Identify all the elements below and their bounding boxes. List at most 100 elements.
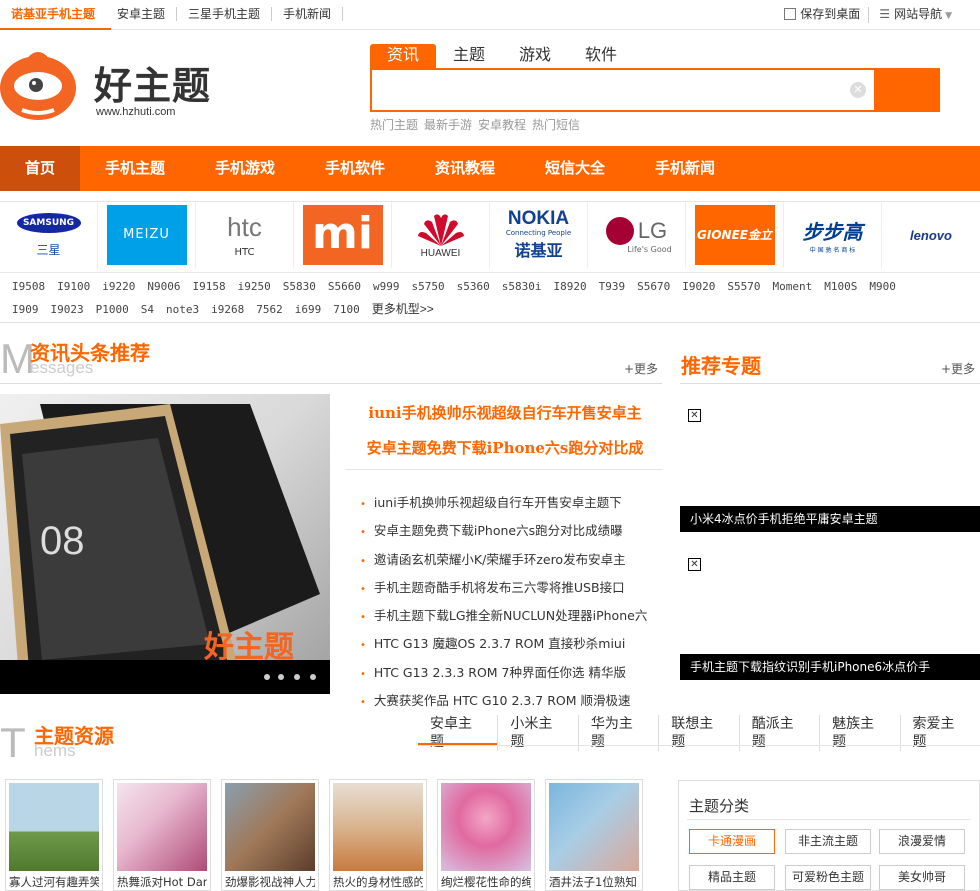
broken-image-icon[interactable]: ✕ xyxy=(688,558,701,571)
search-input[interactable] xyxy=(372,70,852,110)
theme-thumb[interactable]: 热火的身材性感的 xyxy=(329,779,427,891)
broken-image-icon[interactable]: ✕ xyxy=(688,409,701,422)
model-link[interactable]: I9508 xyxy=(12,280,45,293)
model-link[interactable]: I9158 xyxy=(193,280,226,293)
news-item[interactable]: 大赛获奖作品 HTC G10 2.3.7 ROM 顺滑极速 xyxy=(360,688,660,716)
search-button[interactable] xyxy=(874,70,938,110)
nav-sms[interactable]: 短信大全 xyxy=(520,146,630,191)
tab-phone-news[interactable]: 手机新闻 xyxy=(272,7,344,21)
model-link[interactable]: i9250 xyxy=(238,280,271,293)
nav-home[interactable]: 首页 xyxy=(0,146,80,191)
model-link[interactable]: S5670 xyxy=(637,280,670,293)
hot-keyword[interactable]: 最新手游 xyxy=(424,116,472,133)
news-more-link[interactable]: +更多 xyxy=(624,360,658,377)
nav-phone-news[interactable]: 手机新闻 xyxy=(630,146,740,191)
model-link[interactable]: P1000 xyxy=(96,303,129,316)
news-item[interactable]: 邀请函玄机荣耀小K/荣耀手环zero发布安卓主 xyxy=(360,547,660,575)
category-button[interactable]: 美女帅哥 xyxy=(879,865,965,890)
model-link[interactable]: S4 xyxy=(141,303,154,316)
news-item[interactable]: HTC G13 2.3.3 ROM 7种界面任你选 精华版 xyxy=(360,660,660,688)
brand-meizu[interactable]: MEIZU xyxy=(98,202,196,268)
tab-samsung-themes[interactable]: 三星手机主题 xyxy=(177,7,273,21)
theme-thumb[interactable]: 劲爆影视战神人力 xyxy=(221,779,319,891)
news-item[interactable]: 手机主题奇酷手机将发布三六零将推USB接口 xyxy=(360,575,660,603)
model-link[interactable]: s5830i xyxy=(502,280,542,293)
site-nav-link[interactable]: ☰ 网站导航 ▼ xyxy=(868,7,960,23)
more-models-link[interactable]: 更多机型>> xyxy=(372,302,434,316)
slide-dot[interactable] xyxy=(310,674,316,680)
category-button[interactable]: 非主流主题 xyxy=(785,829,871,854)
category-button[interactable]: 可爱粉色主题 xyxy=(785,865,871,890)
brand-htc[interactable]: htc HTC xyxy=(196,202,294,268)
nav-phone-software[interactable]: 手机软件 xyxy=(300,146,410,191)
brand-bbk[interactable]: 步步高 中 国 驰 名 商 标 xyxy=(784,202,882,268)
model-link[interactable]: S5830 xyxy=(283,280,316,293)
search-tab-software[interactable]: 软件 xyxy=(568,44,634,68)
nav-phone-games[interactable]: 手机游戏 xyxy=(190,146,300,191)
theme-thumb[interactable]: 寡人过河有趣弄笑 xyxy=(5,779,103,891)
brand-nokia[interactable]: NOKIA Connecting People 诺基亚 xyxy=(490,202,588,268)
news-list: iuni手机换帅乐视超级自行车开售安卓主题下 安卓主题免费下载iPhone六s跑… xyxy=(360,490,660,716)
model-link[interactable]: i699 xyxy=(295,303,322,316)
category-button[interactable]: 精品主题 xyxy=(689,865,775,890)
model-link[interactable]: M900 xyxy=(869,280,896,293)
model-link[interactable]: 7100 xyxy=(333,303,360,316)
news-item[interactable]: HTC G13 魔趣OS 2.3.7 ROM 直接秒杀miui xyxy=(360,631,660,659)
model-link[interactable]: N9006 xyxy=(147,280,180,293)
headline-link[interactable]: 安卓主题免费下载iPhone六s跑分对比成 xyxy=(345,437,665,458)
news-item[interactable]: 安卓主题免费下载iPhone六s跑分对比成绩曝 xyxy=(360,518,660,546)
model-link[interactable]: s5750 xyxy=(412,280,445,293)
tab-nokia-themes[interactable]: 诺基亚手机主题 xyxy=(0,7,106,21)
model-link[interactable]: S5660 xyxy=(328,280,361,293)
category-button[interactable]: 卡通漫画 xyxy=(689,829,775,854)
model-link[interactable]: note3 xyxy=(166,303,199,316)
search-tab-themes[interactable]: 主题 xyxy=(436,44,502,68)
headline-slideshow-image[interactable]: 08 好主题 xyxy=(0,394,330,694)
model-link[interactable]: I9100 xyxy=(57,280,90,293)
theme-caption: 寡人过河有趣弄笑 xyxy=(9,875,99,889)
brand-xiaomi[interactable]: mi xyxy=(294,202,392,268)
model-link[interactable]: i9220 xyxy=(102,280,135,293)
model-link[interactable]: I9023 xyxy=(51,303,84,316)
news-item[interactable]: 手机主题下载LG推全新NUCLUN处理器iPhone六 xyxy=(360,603,660,631)
model-link[interactable]: T939 xyxy=(599,280,626,293)
theme-thumb[interactable]: 绚烂樱花性命的绚 xyxy=(437,779,535,891)
slide-dot[interactable] xyxy=(278,674,284,680)
model-link[interactable]: I8920 xyxy=(554,280,587,293)
brand-lenovo[interactable]: lenovo xyxy=(882,202,980,268)
model-link[interactable]: Moment xyxy=(773,280,813,293)
model-link[interactable]: s5360 xyxy=(457,280,490,293)
slide-dot[interactable] xyxy=(264,674,270,680)
slide-dot[interactable] xyxy=(294,674,300,680)
headline-link[interactable]: iuni手机换帅乐视超级自行车开售安卓主 xyxy=(345,402,665,423)
tab-android-themes[interactable]: 安卓主题 xyxy=(106,7,178,21)
hot-keyword[interactable]: 热门主题 xyxy=(370,116,418,133)
brand-lg[interactable]: LG Life's Good xyxy=(588,202,686,268)
topic-caption[interactable]: 小米4冰点价手机拒绝平庸安卓主题 xyxy=(680,506,980,532)
search-tab-games[interactable]: 游戏 xyxy=(502,44,568,68)
brand-huawei[interactable]: HUAWEI xyxy=(392,202,490,268)
topic-more-link[interactable]: +更多 xyxy=(941,360,975,377)
news-item[interactable]: iuni手机换帅乐视超级自行车开售安卓主题下 xyxy=(360,490,660,518)
model-link[interactable]: w999 xyxy=(373,280,400,293)
save-desktop-link[interactable]: 保存到桌面 xyxy=(776,7,868,23)
site-logo[interactable]: 好主题 www.hzhuti.com xyxy=(0,52,230,122)
search-tab-news[interactable]: 资讯 xyxy=(370,44,436,68)
model-link[interactable]: 7562 xyxy=(256,303,283,316)
model-link[interactable]: S5570 xyxy=(727,280,760,293)
hot-keyword[interactable]: 安卓教程 xyxy=(478,116,526,133)
topic-caption[interactable]: 手机主题下载指纹识别手机iPhone6冰点价手 xyxy=(680,654,980,680)
category-button[interactable]: 浪漫爱情 xyxy=(879,829,965,854)
model-link[interactable]: i9268 xyxy=(211,303,244,316)
model-link[interactable]: I909 xyxy=(12,303,39,316)
nav-phone-themes[interactable]: 手机主题 xyxy=(80,146,190,191)
brand-gionee[interactable]: GIONEE金立 xyxy=(686,202,784,268)
model-link[interactable]: I9020 xyxy=(682,280,715,293)
theme-thumb[interactable]: 热舞派对Hot Danc xyxy=(113,779,211,891)
hot-keyword[interactable]: 热门短信 xyxy=(532,116,580,133)
theme-thumb[interactable]: 酒井法子1位熟知 xyxy=(545,779,643,891)
model-link[interactable]: M100S xyxy=(824,280,857,293)
nav-tutorials[interactable]: 资讯教程 xyxy=(410,146,520,191)
brand-samsung[interactable]: SAMSUNG 三星 xyxy=(0,202,98,268)
clear-icon[interactable]: ✕ xyxy=(850,82,866,98)
